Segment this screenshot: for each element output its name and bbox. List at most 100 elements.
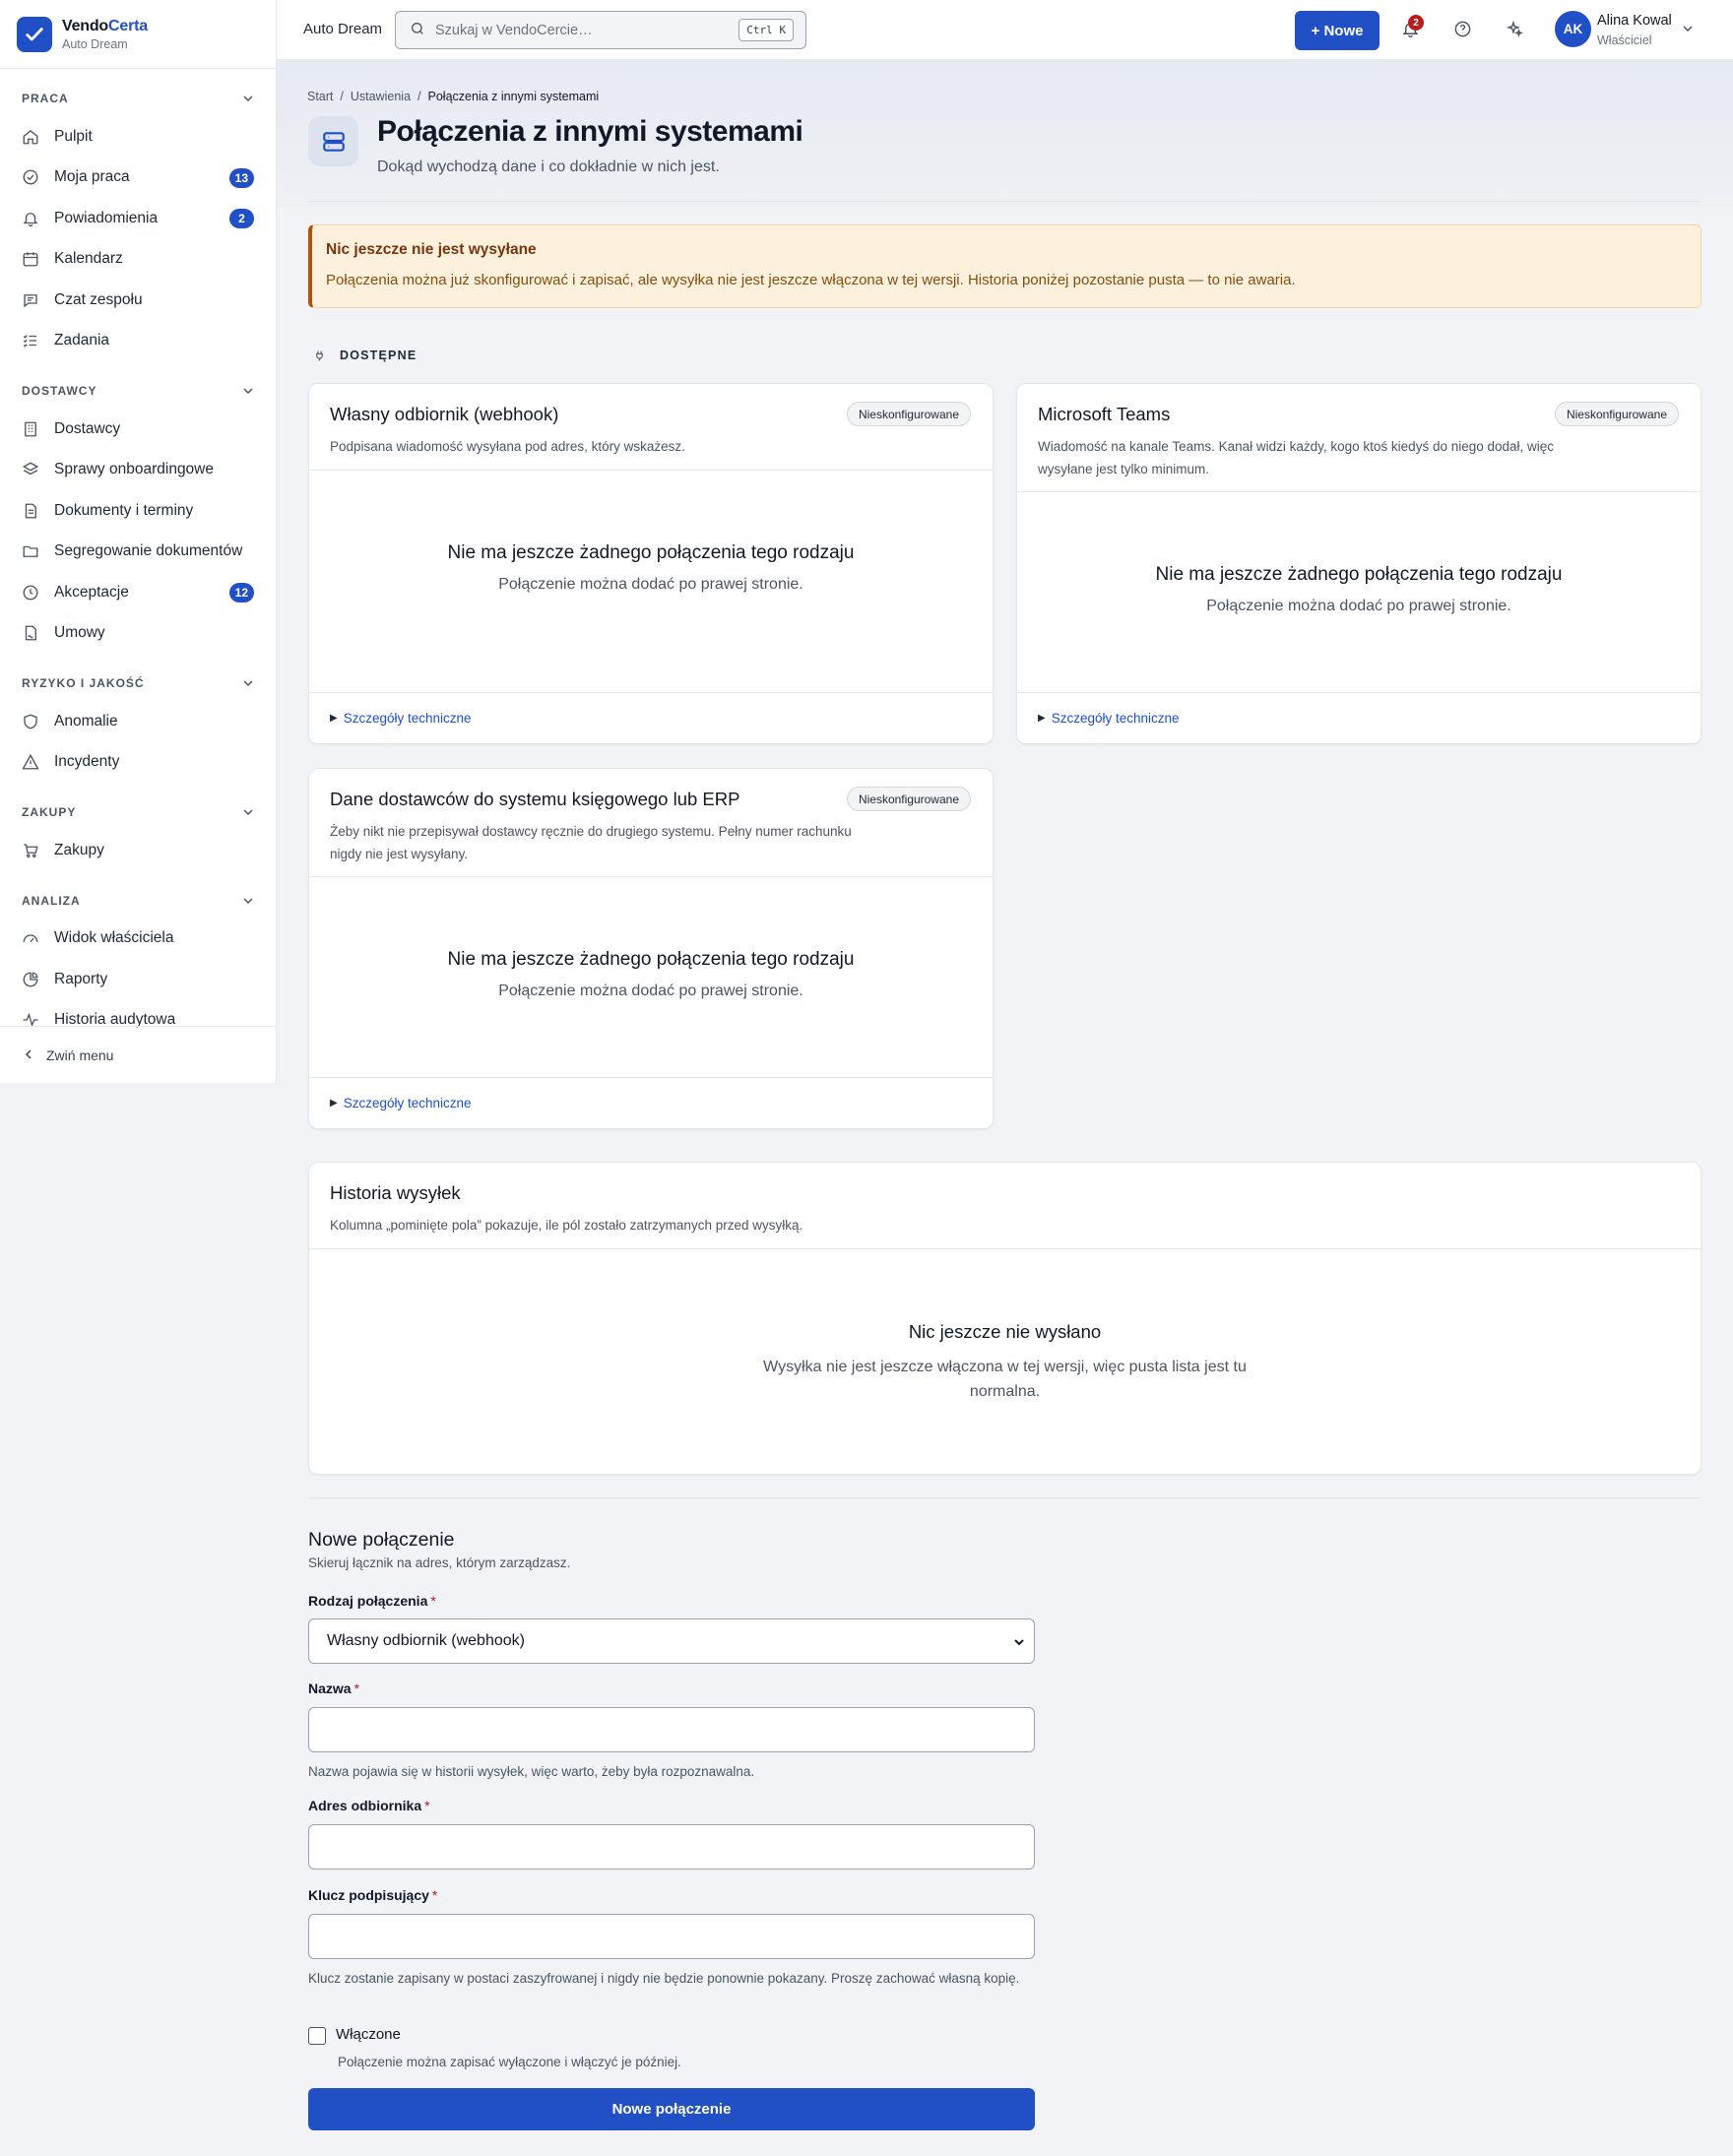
nav-group-header[interactable]: DOSTAWCY: [22, 377, 254, 405]
receiver-url-field[interactable]: [308, 1824, 1035, 1870]
brand[interactable]: VendoCerta Auto Dream: [0, 0, 276, 69]
collapse-menu-button[interactable]: Zwiń menu: [0, 1026, 276, 1083]
connection-type-select[interactable]: Własny odbiornik (webhook): [308, 1618, 1035, 1664]
nav-group-ryzyko: RYZYKO I JAKOŚĆ Anomalie Incydenty: [0, 669, 276, 783]
section-title: DOSTĘPNE: [340, 349, 417, 362]
sidebar-item-label: Dokumenty i terminy: [54, 501, 194, 519]
brand-logo-icon: [17, 16, 52, 52]
nav-group-header[interactable]: PRACA: [22, 85, 254, 112]
count-badge: 2: [229, 209, 254, 228]
sidebar-item-dokumenty[interactable]: Dokumenty i terminy: [22, 490, 254, 532]
card-description: Kolumna „pominięte pola” pokazuje, ile p…: [330, 1218, 803, 1233]
sidebar-item-label: Dostawcy: [54, 419, 121, 437]
sidebar-item-zadania[interactable]: Zadania: [22, 321, 254, 362]
sidebar-item-segregowanie[interactable]: Segregowanie dokumentów: [22, 532, 254, 573]
sidebar-item-label: Powiadomienia: [54, 209, 159, 226]
sidebar-item-label: Akceptacje: [54, 583, 129, 601]
chevron-down-icon: [243, 809, 253, 816]
sidebar-item-czat[interactable]: Czat zespołu: [22, 280, 254, 321]
sidebar-item-kalendarz[interactable]: Kalendarz: [22, 239, 254, 281]
sparkles-icon[interactable]: [1506, 20, 1525, 39]
technical-details-toggle[interactable]: ▶ Szczegóły techniczne: [309, 692, 993, 743]
card-description: Żeby nikt nie przepisywał dostawcy ręczn…: [330, 824, 852, 861]
nav-group-praca: PRACA Pulpit Moja praca 13 Powiadomienia…: [0, 85, 276, 361]
new-button[interactable]: + Nowe: [1295, 11, 1380, 50]
sidebar-item-label: Anomalie: [54, 712, 118, 729]
gauge-icon: [22, 929, 39, 947]
name-field[interactable]: [308, 1707, 1035, 1752]
card-description: Wiadomość na kanale Teams. Kanał widzi k…: [1038, 439, 1555, 476]
technical-details-toggle[interactable]: ▶ Szczegóły techniczne: [1017, 692, 1701, 743]
empty-state: Nie ma jeszcze żadnego połączenia tego r…: [1017, 492, 1701, 615]
name-label: Nazwa *: [308, 1680, 360, 1696]
form-subtitle: Skieruj łącznik na adres, którym zarządz…: [308, 1555, 571, 1570]
search-input[interactable]: Szukaj w VendoCercie… Ctrl K: [395, 11, 806, 49]
empty-state: Nie ma jeszcze żadnego połączenia tego r…: [309, 471, 993, 594]
divider: [308, 1497, 1701, 1498]
nav-group-title: PRACA: [22, 92, 69, 105]
sidebar-item-dostawcy[interactable]: Dostawcy: [22, 409, 254, 450]
pie-chart-icon: [22, 971, 39, 988]
sidebar-item-umowy[interactable]: Umowy: [22, 613, 254, 655]
sidebar-item-anomalie[interactable]: Anomalie: [22, 701, 254, 742]
divider: [308, 201, 1701, 202]
collapse-menu-label: Zwiń menu: [46, 1046, 114, 1063]
nav-group-title: DOSTAWCY: [22, 384, 97, 398]
org-switcher[interactable]: Auto Dream: [303, 21, 382, 37]
sidebar-item-label: Umowy: [54, 624, 105, 642]
empty-text: Połączenie można dodać po prawej stronie…: [498, 983, 803, 999]
chevron-down-icon: [243, 388, 253, 395]
topbar: Auto Dream Szukaj w VendoCercie… Ctrl K …: [277, 0, 1733, 60]
name-hint: Nazwa pojawia się w historii wysyłek, wi…: [308, 1764, 755, 1779]
sidebar-item-label: Raporty: [54, 970, 108, 987]
breadcrumb-item[interactable]: Start: [307, 90, 333, 103]
create-connection-button[interactable]: Nowe połączenie: [308, 2088, 1035, 2130]
page-title: Połączenia z innymi systemami: [377, 115, 803, 148]
sidebar-item-label: Widok właściciela: [54, 929, 174, 947]
nav-group-header[interactable]: RYZYKO I JAKOŚĆ: [22, 669, 254, 697]
sidebar-item-moja-praca[interactable]: Moja praca 13: [22, 158, 254, 199]
card-description: Podpisana wiadomość wysyłana pod adres, …: [330, 439, 685, 454]
signing-key-field[interactable]: [308, 1914, 1035, 1959]
nav-group-title: RYZYKO I JAKOŚĆ: [22, 676, 145, 690]
sidebar-item-incydenty[interactable]: Incydenty: [22, 742, 254, 784]
sidebar-item-raporty[interactable]: Raporty: [22, 959, 254, 1000]
sidebar-item-zakupy[interactable]: Zakupy: [22, 830, 254, 871]
nav-group-analiza: ANALIZA Widok właściciela Raporty Histor…: [0, 887, 276, 1042]
help-icon[interactable]: [1453, 20, 1473, 39]
url-label: Adres odbiornika *: [308, 1798, 430, 1813]
empty-text: Wysyłka nie jest jeszcze włączona w tej …: [763, 1359, 1247, 1400]
avatar[interactable]: AK: [1555, 11, 1591, 47]
sidebar-item-akceptacje[interactable]: Akceptacje 12: [22, 572, 254, 613]
plug-icon: [316, 350, 323, 360]
nav-group-zakupy: ZAKUPY Zakupy: [0, 798, 276, 871]
breadcrumb-item[interactable]: Ustawienia: [351, 90, 411, 103]
breadcrumb-current: Połączenia z innymi systemami: [427, 90, 600, 103]
sidebar-item-powiadomienia[interactable]: Powiadomienia 2: [22, 198, 254, 239]
select-value: Własny odbiornik (webhook): [327, 1632, 525, 1649]
user-name[interactable]: Alina Kowal: [1597, 13, 1672, 29]
sidebar: VendoCerta Auto Dream PRACA Pulpit Moja …: [0, 0, 277, 1083]
enabled-checkbox[interactable]: [308, 2027, 326, 2045]
technical-details-toggle[interactable]: ▶ Szczegóły techniczne: [309, 1077, 993, 1128]
chevron-down-icon[interactable]: [1682, 22, 1694, 38]
details-label: Szczegóły techniczne: [1051, 711, 1180, 726]
sidebar-item-sprawy-onboardingowe[interactable]: Sprawy onboardingowe: [22, 450, 254, 491]
empty-title: Nie ma jeszcze żadnego połączenia tego r…: [447, 542, 855, 563]
nav-group-header[interactable]: ANALIZA: [22, 887, 254, 915]
nav-group-header[interactable]: ZAKUPY: [22, 798, 254, 826]
card-title: Historia wysyłek: [330, 1182, 461, 1203]
signing-key-label: Klucz podpisujący *: [308, 1887, 438, 1903]
layers-icon: [22, 461, 39, 478]
info-alert: Nic jeszcze nie jest wysyłane Połączenia…: [308, 224, 1701, 308]
bell-icon: [22, 210, 39, 227]
details-label: Szczegóły techniczne: [343, 711, 472, 726]
warning-icon: [22, 753, 39, 771]
sidebar-item-widok-wlasciciela[interactable]: Widok właściciela: [22, 919, 254, 960]
enabled-label[interactable]: Włączone: [336, 2026, 401, 2043]
connector-card-teams: Microsoft Teams Wiadomość na kanale Team…: [1016, 383, 1701, 744]
sidebar-item-label: Segregowanie dokumentów: [54, 542, 243, 560]
notification-badge: 2: [1408, 15, 1424, 31]
sidebar-item-pulpit[interactable]: Pulpit: [22, 116, 254, 158]
page-subtitle: Dokąd wychodzą dane i co dokładnie w nic…: [377, 159, 720, 175]
